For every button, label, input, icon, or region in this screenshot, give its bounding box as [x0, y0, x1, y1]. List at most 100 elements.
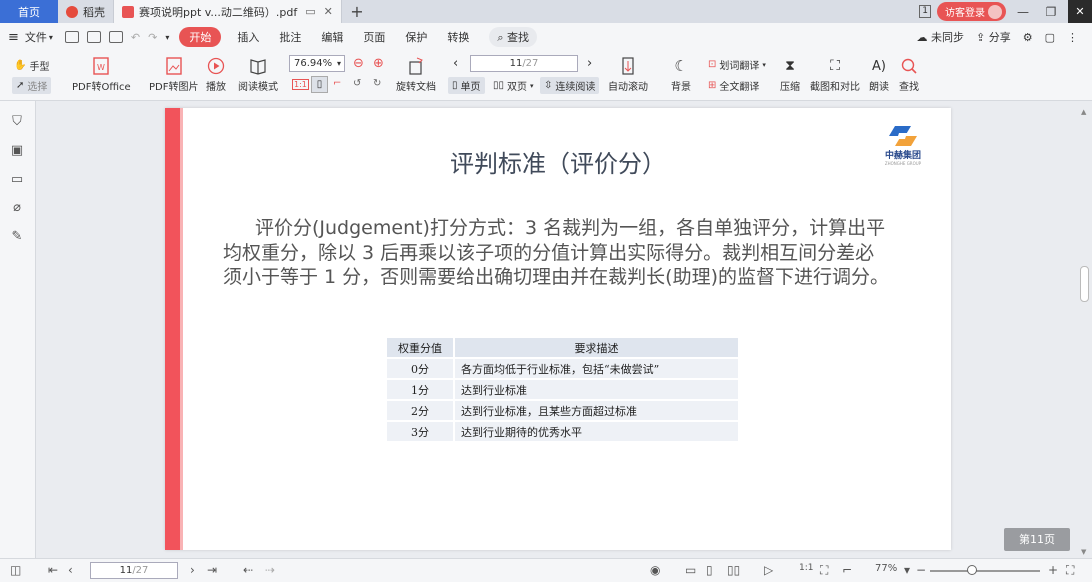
vertical-scrollbar-thumb[interactable]	[1080, 266, 1089, 302]
hamburger-icon[interactable]: ≡	[8, 30, 19, 45]
visitor-login-button[interactable]: 访客登录	[937, 2, 1006, 21]
first-page-icon[interactable]: ⇤	[48, 563, 58, 577]
play-button[interactable]: 播放	[206, 57, 226, 93]
menu-edit[interactable]: 编辑	[311, 29, 353, 45]
continuous-read-button[interactable]: ⇳ 连续阅读	[540, 77, 600, 94]
redo-icon[interactable]: ↷	[148, 31, 157, 44]
scroll-down-icon[interactable]: ▼	[1081, 548, 1086, 556]
window-close-icon[interactable]: ✕	[1068, 0, 1092, 23]
tab-home[interactable]: 首页	[0, 0, 58, 23]
status-page-input[interactable]: 11/27	[90, 562, 178, 579]
menu-insert[interactable]: 插入	[227, 29, 269, 45]
find-button[interactable]: 查找	[899, 57, 919, 93]
menu-protect[interactable]: 保护	[395, 29, 437, 45]
prev-page-status-icon[interactable]: ‹	[68, 563, 73, 577]
select-tool[interactable]: ➚ 选择	[12, 77, 52, 94]
pdf-to-office-button[interactable]: W PDF转Office	[72, 57, 131, 93]
table-cell-desc: 达到行业期待的优秀水平	[453, 420, 740, 443]
single-page-button[interactable]: ▯ 单页	[448, 77, 485, 94]
zoom-percent[interactable]: 77%	[875, 563, 897, 574]
double-page-button[interactable]: ▯▯ 双页 ▾	[493, 78, 534, 93]
scroll-up-icon[interactable]: ▲	[1081, 108, 1086, 116]
comment-icon[interactable]: ▢	[1045, 31, 1055, 44]
page-number-input[interactable]: 11/27	[470, 55, 578, 72]
full-translate-label: 全文翻译	[719, 82, 760, 93]
more-chevron-icon[interactable]: ▾	[165, 33, 169, 42]
word-translate-button[interactable]: ⊡ 划词翻译 ▾	[708, 57, 766, 72]
avatar	[988, 4, 1002, 19]
rotate-right-icon[interactable]: ↻	[373, 78, 381, 89]
chevron-down-icon[interactable]: ▾	[49, 33, 53, 42]
settings-icon[interactable]: ⚙	[1023, 31, 1033, 44]
undo-icon[interactable]: ↶	[131, 31, 140, 44]
bookmark-icon[interactable]: ⛉	[10, 115, 24, 129]
zoom-in-icon[interactable]: ⊕	[373, 56, 384, 71]
screenshot-compare-button[interactable]: ⛶ 截图和对比	[810, 57, 860, 93]
menu-start[interactable]: 开始	[179, 27, 222, 47]
menu-convert[interactable]: 转换	[437, 29, 479, 45]
menu-file[interactable]: 文件	[23, 29, 49, 45]
page-view-icon[interactable]: ▯	[706, 563, 713, 577]
comment-panel-icon[interactable]: ▭	[10, 173, 24, 187]
fit-width-icon[interactable]: ⌐	[333, 78, 341, 89]
sidebar-toggle-icon[interactable]: ◫	[10, 563, 21, 577]
share-button[interactable]: ⇪ 分享	[976, 29, 1011, 45]
fullscreen-icon[interactable]: ⛶	[1066, 563, 1074, 578]
zoom-select[interactable]: 76.94% ▾	[289, 55, 345, 72]
auto-scroll-button[interactable]: 自动滚动	[608, 57, 648, 93]
page-count-badge[interactable]: 1	[919, 5, 931, 18]
fit-page-status-icon[interactable]: ⛶	[820, 563, 828, 578]
zoom-slider-knob[interactable]	[967, 565, 977, 575]
fit-width-status-icon[interactable]: ⌐	[842, 563, 852, 577]
tab-close-icon[interactable]: ✕	[324, 5, 333, 18]
prev-page-icon[interactable]: ‹	[453, 56, 458, 71]
fit-page-icon[interactable]: ▯	[311, 76, 328, 93]
menu-page[interactable]: 页面	[353, 29, 395, 45]
last-page-icon[interactable]: ⇥	[207, 563, 217, 577]
zoom-out-icon[interactable]: ⊖	[353, 56, 364, 71]
print-icon[interactable]	[108, 31, 123, 43]
menu-search-button[interactable]: ⌕ 查找	[489, 27, 538, 47]
minimize-icon[interactable]: —	[1012, 5, 1034, 19]
eye-icon[interactable]: ◉	[650, 563, 660, 577]
rotate-document-button[interactable]: 旋转文档	[396, 57, 436, 93]
double-view-icon[interactable]: ▯▯	[727, 563, 740, 577]
pdf-file-icon	[122, 5, 134, 18]
read-aloud-button[interactable]: A) 朗读	[869, 57, 889, 94]
zoom-in-status-icon[interactable]: +	[1048, 563, 1058, 577]
next-page-icon[interactable]: ›	[587, 56, 592, 71]
restore-icon[interactable]: ❐	[1040, 5, 1062, 19]
more-icon[interactable]: ⋮	[1067, 31, 1078, 44]
table-cell-score: 3分	[385, 420, 455, 443]
single-page-label: 单页	[460, 82, 481, 93]
rotate-left-icon[interactable]: ↺	[353, 78, 361, 89]
actual-size-icon[interactable]: 1:1	[292, 79, 309, 90]
attachment-icon[interactable]: ⌀	[10, 201, 24, 215]
back-icon[interactable]: ⇠	[243, 563, 253, 577]
forward-icon[interactable]: ⇢	[265, 563, 275, 577]
tab-screen-icon[interactable]: ▭	[305, 5, 315, 18]
actual-size-status-icon[interactable]: 1:1	[799, 563, 813, 573]
menu-annotate[interactable]: 批注	[269, 29, 311, 45]
signature-icon[interactable]: ✎	[10, 230, 24, 244]
sync-status[interactable]: ☁ 未同步	[917, 29, 965, 45]
background-button[interactable]: ☾ 背景	[671, 57, 691, 93]
judgement-paragraph: 评价分(Judgement)打分方式：3 名裁判为一组，各自单独评分，计算出平均…	[223, 217, 889, 288]
save-icon[interactable]	[86, 31, 101, 43]
zoom-slider-track[interactable]	[930, 570, 1040, 572]
play-status-icon[interactable]: ▷	[764, 563, 773, 577]
tab-wps[interactable]: 稻壳	[58, 0, 114, 23]
compress-button[interactable]: ⧗ 压缩	[780, 57, 800, 93]
chevron-down-icon[interactable]: ▾	[904, 563, 910, 577]
tab-document[interactable]: 赛项说明ppt v...动二维码）.pdf ▭ ✕	[114, 0, 342, 23]
thumbnail-icon[interactable]: ▣	[10, 144, 24, 158]
hand-tool[interactable]: ✋ 手型	[14, 58, 49, 73]
read-mode-button[interactable]: 阅读模式	[238, 57, 278, 93]
new-tab-button[interactable]: +	[342, 0, 372, 23]
open-folder-icon[interactable]	[64, 31, 79, 43]
next-page-status-icon[interactable]: ›	[190, 563, 195, 577]
single-view-icon[interactable]: ▭	[685, 563, 696, 577]
zoom-out-status-icon[interactable]: −	[916, 563, 926, 577]
full-translate-button[interactable]: ⊞ 全文翻译	[708, 78, 759, 93]
pdf-to-image-button[interactable]: PDF转图片	[149, 57, 198, 93]
